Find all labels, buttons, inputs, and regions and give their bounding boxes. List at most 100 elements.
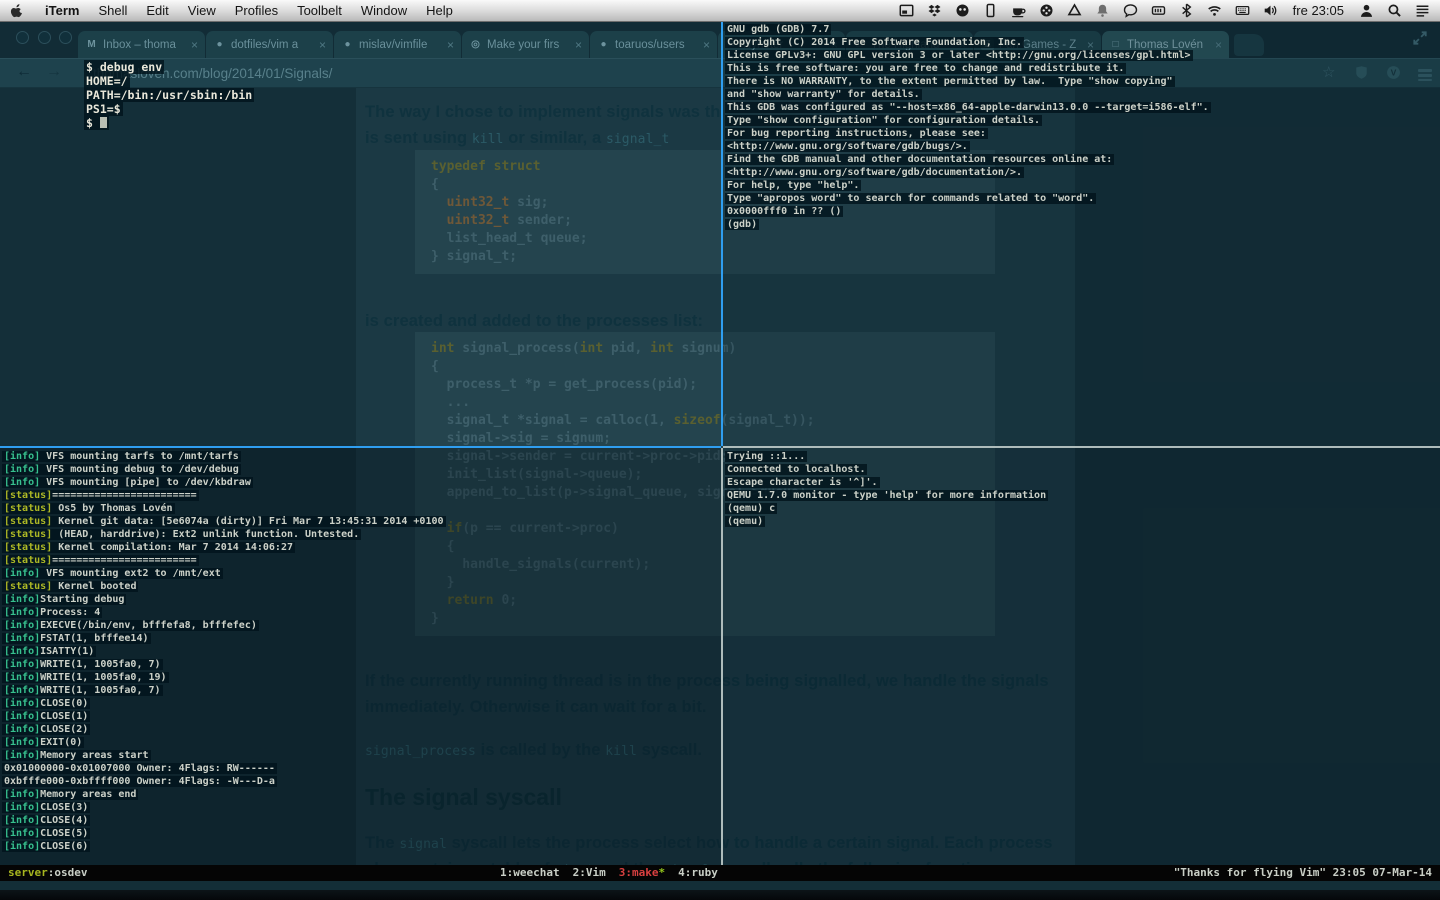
log-line: [status] Kernel compilation: Mar 7 2014 … xyxy=(2,542,295,553)
terminal-pane-qemu-monitor[interactable]: Trying ::1...Connected to localhost.Esca… xyxy=(723,448,1440,865)
menu-status-icons xyxy=(899,3,1278,18)
terminal-line: 0x0000fff0 in ?? () xyxy=(725,206,844,217)
menu-view[interactable]: View xyxy=(188,3,216,18)
terminal-cursor xyxy=(99,117,107,128)
log-line: [info]Starting debug xyxy=(2,594,127,605)
user-icon[interactable] xyxy=(1359,3,1374,18)
menu-right-icons xyxy=(1359,3,1430,18)
bell-icon[interactable] xyxy=(1095,3,1110,18)
terminal-pane-shell[interactable]: $ debug env HOME=/PATH=/bin:/usr/sbin:/bi… xyxy=(0,22,721,446)
tmux-window-4:ruby[interactable]: 4:ruby xyxy=(678,865,718,881)
tmux-window-list: 1:weechat 2:Vim 3:make* 4:ruby xyxy=(500,865,718,881)
search-icon[interactable] xyxy=(1387,3,1402,18)
log-line: [info]WRITE(1, 1005fa0, 19) xyxy=(2,672,169,683)
terminal-line: HOME=/ xyxy=(84,74,130,88)
log-line: [info]Memory areas end xyxy=(2,789,139,800)
terminal-line: $ xyxy=(84,116,254,130)
battery-icon[interactable] xyxy=(1151,3,1166,18)
log-line: [info]WRITE(1, 1005fa0, 7) xyxy=(2,659,163,670)
terminal-line: Connected to localhost. xyxy=(725,464,868,475)
terminal-line: $ debug env xyxy=(84,60,165,74)
log-line: [info]CLOSE(3) xyxy=(2,802,91,813)
terminal-line: <http://www.gnu.org/software/gdb/bugs/>. xyxy=(725,141,970,152)
log-line: [info]CLOSE(1) xyxy=(2,711,91,722)
volume-icon[interactable] xyxy=(1263,3,1278,18)
menu-toolbelt[interactable]: Toolbelt xyxy=(297,3,342,18)
tmux-window-2:Vim[interactable]: 2:Vim xyxy=(573,865,606,881)
terminal-pane-gdb[interactable]: GNU gdb (GDB) 7.7 Copyright (C) 2014 Free… xyxy=(723,22,1440,446)
terminal-line: Copyright (C) 2014 Free Software Foundat… xyxy=(725,37,1025,48)
menu-shell[interactable]: Shell xyxy=(98,3,127,18)
bluetooth-icon[interactable] xyxy=(1179,3,1194,18)
terminal-line: Escape character is '^]'. xyxy=(725,477,880,488)
log-line: [info]EXIT(0) xyxy=(2,737,85,748)
log-line: [status] Os5 by Thomas Lovén xyxy=(2,503,175,514)
terminal-line: GNU gdb (GDB) 7.7 xyxy=(725,24,832,35)
log-line: [info] VFS mounting ext2 to /mnt/ext xyxy=(2,568,223,579)
log-line: [info] VFS mounting debug to /dev/debug xyxy=(2,464,241,475)
notification-list-icon[interactable] xyxy=(1415,3,1430,18)
terminal-line: (gdb) xyxy=(725,219,760,230)
tmux-window-1:weechat[interactable]: 1:weechat xyxy=(500,865,560,881)
terminal-line: and "show warranty" for details. xyxy=(725,89,922,100)
terminal-line: Type "show configuration" for configurat… xyxy=(725,115,1043,126)
terminal-line: Find the GDB manual and other documentat… xyxy=(725,154,1115,165)
terminal-line: PS1=$ xyxy=(84,102,123,116)
keyboard-icon[interactable] xyxy=(1235,3,1250,18)
apple-menu-icon[interactable] xyxy=(10,3,24,18)
drive-icon[interactable] xyxy=(1067,3,1082,18)
log-line: [info]CLOSE(2) xyxy=(2,724,91,735)
menu-clock[interactable]: fre 23:05 xyxy=(1291,3,1346,18)
log-line: [status]======================== xyxy=(2,490,199,501)
tmux-window-3:make[interactable]: 3:make* xyxy=(619,865,665,881)
terminal-line: PATH=/bin:/usr/sbin:/bin xyxy=(84,88,255,102)
log-line: [status] (HEAD, harddrive): Ext2 unlink … xyxy=(2,529,362,540)
menu-bar: iTerm Shell Edit View Profiles Toolbelt Window… xyxy=(0,0,1440,22)
menu-edit[interactable]: Edit xyxy=(146,3,168,18)
log-line: [info]FSTAT(1, bfffee14) xyxy=(2,633,151,644)
window-bottom-edge xyxy=(0,881,1440,890)
window-icon[interactable] xyxy=(899,3,914,18)
terminal-line: <http://www.gnu.org/software/gdb/documen… xyxy=(725,167,1025,178)
menu-items: iTerm Shell Edit View Profiles Toolbelt Window… xyxy=(45,3,453,18)
coffee-icon[interactable] xyxy=(1011,3,1026,18)
film-icon[interactable] xyxy=(1039,3,1054,18)
log-line: [info]Process: 4 xyxy=(2,607,103,618)
log-line: [info] VFS mounting tarfs to /mnt/tarfs xyxy=(2,451,241,462)
terminal-line: Type "apropos word" to search for comman… xyxy=(725,193,1097,204)
terminal-line: (qemu) xyxy=(725,516,766,527)
log-line: [info]Memory areas start xyxy=(2,750,151,761)
tmux-status-right: "Thanks for flying Vim" 23:05 07-Mar-14 xyxy=(1173,866,1432,879)
log-line: [info]CLOSE(0) xyxy=(2,698,91,709)
face-icon[interactable] xyxy=(955,3,970,18)
log-line: 0xbfffe000-0xbffff000 Owner: 4Flags: -W-… xyxy=(2,776,277,787)
menu-iterm[interactable]: iTerm xyxy=(45,3,79,18)
log-line: [info] VFS mounting [pipe] to /dev/kbdra… xyxy=(2,477,253,488)
desktop: iTerm Shell Edit View Profiles Toolbelt Window… xyxy=(0,0,1440,900)
log-line: [info]CLOSE(4) xyxy=(2,815,91,826)
desktop-shadow-strip xyxy=(0,890,1440,900)
terminal-line: Trying ::1... xyxy=(725,451,808,462)
menu-window[interactable]: Window xyxy=(361,3,407,18)
log-line: [status] Kernel booted xyxy=(2,581,139,592)
log-line: [info]ISATTY(1) xyxy=(2,646,97,657)
terminal-line: There is NO WARRANTY, to the extent perm… xyxy=(725,76,1175,87)
log-line: [info]CLOSE(6) xyxy=(2,841,91,852)
terminal-line: This is free software: you are free to c… xyxy=(725,63,1127,74)
terminal-pane-kernel-log[interactable]: [info] VFS mounting tarfs to /mnt/tarfs [… xyxy=(0,448,721,865)
log-line: [info]EXECVE(/bin/env, bfffefa8, bfffefe… xyxy=(2,620,259,631)
dropbox-icon[interactable] xyxy=(927,3,942,18)
terminal-line: (qemu) c xyxy=(725,503,778,514)
log-line: [info]CLOSE(5) xyxy=(2,828,91,839)
log-line: [status] Kernel git data: [5e6074a (dirt… xyxy=(2,516,446,527)
display-icon[interactable] xyxy=(983,3,998,18)
log-line: [info]WRITE(1, 1005fa0, 7) xyxy=(2,685,163,696)
tmux-status-bar: server:osdev 1:weechat 2:Vim 3:make* 4:ruby… xyxy=(0,865,1440,881)
menu-profiles[interactable]: Profiles xyxy=(235,3,278,18)
log-line: [status]======================== xyxy=(2,555,199,566)
wifi-icon[interactable] xyxy=(1207,3,1222,18)
tmux-session: server:osdev xyxy=(8,866,88,879)
menu-help[interactable]: Help xyxy=(426,3,453,18)
chat-icon[interactable] xyxy=(1123,3,1138,18)
terminal-line: License GPLv3+: GNU GPL version 3 or lat… xyxy=(725,50,1193,61)
